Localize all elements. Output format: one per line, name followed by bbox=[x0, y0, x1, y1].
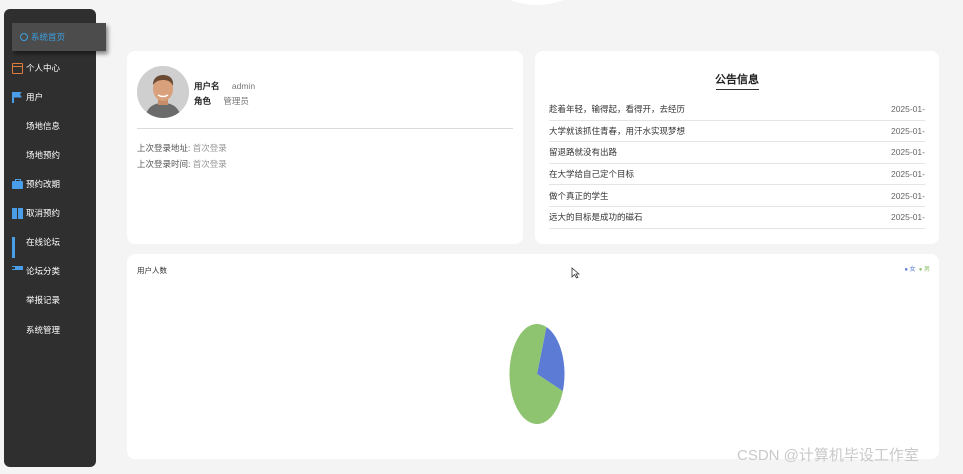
list-item[interactable]: 留退路就没有出路 2025-01- bbox=[549, 142, 925, 164]
sidebar-item-label: 个人中心 bbox=[26, 63, 61, 73]
notice-card: 公告信息 趁着年轻，输得起，看得开，去经历 2025-01- 大学就该抓住青春，… bbox=[535, 51, 939, 244]
grid-icon bbox=[12, 325, 23, 336]
watermark: CSDN @计算机毕设工作室 bbox=[737, 447, 919, 464]
bar-chart-icon bbox=[12, 236, 23, 258]
user-info-card: 用户名 admin 角色 管理员 上次登录地址: 首次登录 上次登录时间: 首次… bbox=[127, 51, 523, 244]
notice-date: 2025-01- bbox=[890, 147, 925, 158]
username-label: 用户名 bbox=[194, 81, 220, 91]
pie-chart bbox=[509, 324, 565, 424]
notice-date: 2025-01- bbox=[890, 169, 925, 180]
notice-text: 大学就该抓住青春，用汗水实现梦想 bbox=[549, 125, 686, 136]
sidebar-item-forum-category[interactable]: 论坛分类 bbox=[12, 263, 60, 279]
last-login-time: 上次登录时间: 首次登录 bbox=[137, 158, 227, 170]
list-item[interactable]: 趁着年轻，输得起，看得开，去经历 2025-01- bbox=[549, 99, 925, 121]
notice-text: 在大学给自己定个目标 bbox=[549, 169, 635, 180]
sidebar-item-label: 取消预约 bbox=[26, 208, 61, 218]
notice-text: 远大的目标是成功的磁石 bbox=[549, 212, 643, 223]
username-value: admin bbox=[231, 81, 256, 91]
home-icon bbox=[20, 33, 28, 41]
last-login-time-value: 首次登录 bbox=[192, 159, 227, 169]
last-login-time-label: 上次登录时间: bbox=[137, 159, 191, 169]
notice-date: 2025-01- bbox=[890, 104, 925, 115]
list-item[interactable]: 在大学给自己定个目标 2025-01- bbox=[549, 164, 925, 186]
flag-icon bbox=[12, 91, 23, 103]
notice-text: 趁着年轻，输得起，看得开，去经历 bbox=[549, 104, 686, 115]
role-value: 管理员 bbox=[223, 96, 249, 106]
notice-text: 做个真正的学生 bbox=[549, 190, 609, 201]
user-count-chart-card: 用户人数 ● 女 ● 男 bbox=[127, 254, 939, 459]
sidebar-item-users[interactable]: 用户 bbox=[12, 89, 43, 105]
notice-title-underline bbox=[716, 89, 759, 90]
sidebar-item-label: 举报记录 bbox=[26, 295, 61, 305]
list-item[interactable]: 大学就该抓住青春，用汗水实现梦想 2025-01- bbox=[549, 121, 925, 143]
filter-icon bbox=[12, 265, 23, 277]
id-card-icon bbox=[12, 62, 23, 74]
sidebar-item-label: 预约改期 bbox=[26, 179, 61, 189]
sidebar-item-forum[interactable]: 在线论坛 bbox=[12, 234, 61, 258]
list-item[interactable]: 做个真正的学生 2025-01- bbox=[549, 185, 925, 207]
notice-date: 2025-01- bbox=[890, 190, 925, 201]
sidebar-item-label: 用户 bbox=[26, 92, 44, 102]
decorative-circle bbox=[462, 0, 612, 5]
sidebar-item-label: 在线论坛 bbox=[26, 237, 61, 247]
sidebar-item-label: 论坛分类 bbox=[26, 266, 61, 276]
notice-date: 2025-01- bbox=[890, 212, 925, 223]
role-label: 角色 bbox=[194, 96, 212, 106]
role-row: 角色 管理员 bbox=[194, 95, 249, 107]
grid-icon bbox=[12, 295, 23, 306]
sidebar-item-cancel-booking[interactable]: 取消预约 bbox=[12, 205, 60, 221]
sidebar-item-venue-booking[interactable]: 场地预约 bbox=[12, 147, 60, 163]
grid-icon bbox=[12, 121, 23, 132]
sidebar-item-label: 系统管理 bbox=[26, 325, 61, 335]
sidebar-item-label: 场地预约 bbox=[26, 150, 61, 160]
sidebar-item-reschedule[interactable]: 预约改期 bbox=[12, 176, 60, 192]
last-login-address-value: 首次登录 bbox=[192, 143, 227, 153]
sidebar-item-venue-info[interactable]: 场地信息 bbox=[12, 118, 60, 134]
notice-title: 公告信息 bbox=[715, 74, 759, 86]
last-login-address: 上次登录地址: 首次登录 bbox=[137, 142, 227, 154]
last-login-address-label: 上次登录地址: bbox=[137, 143, 191, 153]
divider bbox=[137, 128, 513, 129]
sidebar-item-label: 系统首页 bbox=[31, 32, 66, 42]
list-item[interactable]: 远大的目标是成功的磁石 2025-01- bbox=[549, 207, 925, 229]
avatar bbox=[137, 66, 189, 118]
notice-text: 留退路就没有出路 bbox=[549, 147, 618, 158]
document-icon bbox=[12, 207, 23, 219]
sidebar-item-home[interactable]: 系统首页 bbox=[12, 23, 106, 51]
grid-icon bbox=[12, 150, 23, 161]
sidebar-item-system[interactable]: 系统管理 bbox=[12, 322, 60, 338]
briefcase-icon bbox=[12, 179, 23, 189]
mouse-cursor-icon bbox=[571, 267, 580, 279]
username-row: 用户名 admin bbox=[194, 80, 255, 92]
notice-list: 趁着年轻，输得起，看得开，去经历 2025-01- 大学就该抓住青春，用汗水实现… bbox=[549, 99, 925, 229]
sidebar-item-reports[interactable]: 举报记录 bbox=[12, 292, 60, 308]
notice-date: 2025-01- bbox=[890, 125, 925, 136]
sidebar-item-profile[interactable]: 个人中心 bbox=[12, 60, 60, 76]
sidebar-item-label: 场地信息 bbox=[26, 121, 61, 131]
